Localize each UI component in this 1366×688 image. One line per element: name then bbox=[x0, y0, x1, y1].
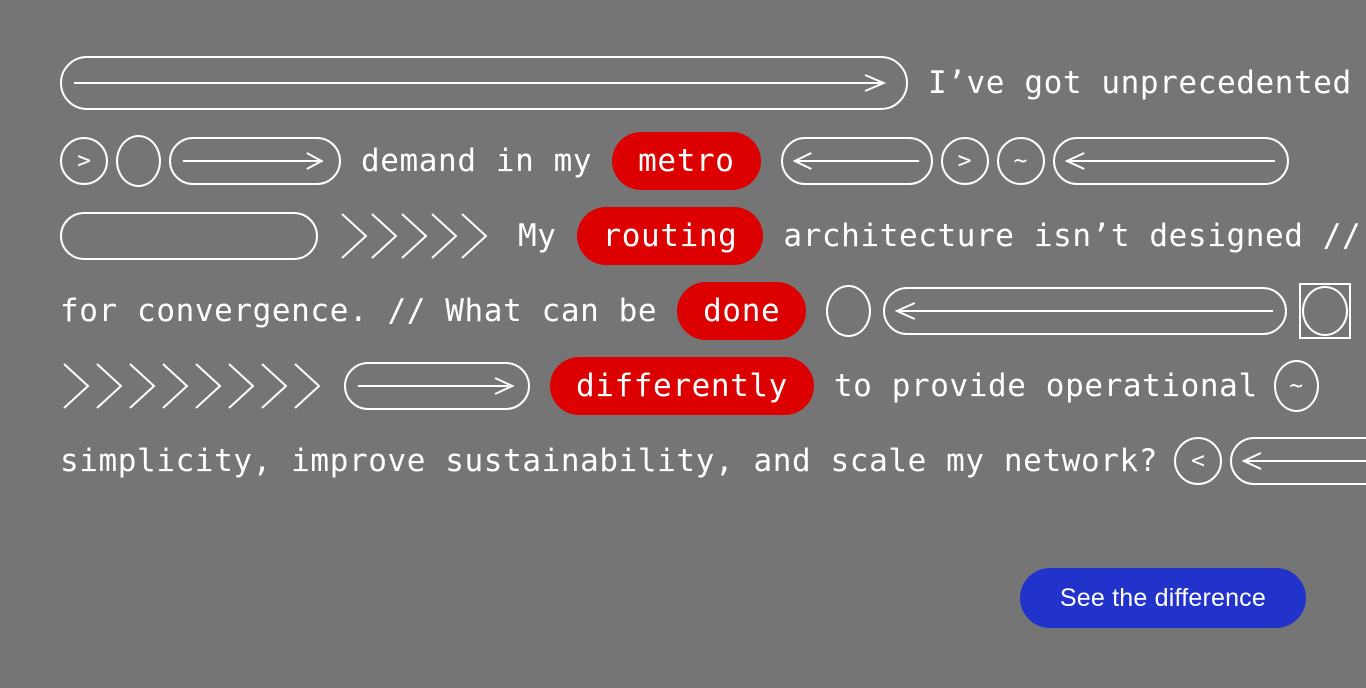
arrow-left-glyph bbox=[793, 151, 921, 171]
pill-right-arrow-long bbox=[60, 56, 908, 110]
headline-row-3: My routing architecture isn’t designed /… bbox=[60, 205, 1361, 267]
square-with-circle-icon bbox=[1299, 283, 1352, 339]
pill-right-arrow-icon bbox=[169, 137, 341, 185]
arrow-right-glyph bbox=[72, 73, 896, 93]
headline-line-3c: architecture isn’t designed // bbox=[783, 217, 1362, 254]
pill-right-arrow-icon-2 bbox=[344, 362, 530, 410]
headline-row-6: simplicity, improve sustainability, and … bbox=[60, 430, 1366, 492]
headline-line-5b: to provide operational bbox=[833, 367, 1258, 404]
arrow-left-glyph bbox=[1065, 151, 1277, 171]
headline-line-1: I’ve got unprecedented bbox=[928, 64, 1352, 101]
chevron-run-5-icon bbox=[338, 208, 498, 264]
arrow-left-glyph bbox=[895, 301, 1275, 321]
hero-canvas: I’ve got unprecedented > demand in my me… bbox=[0, 0, 1366, 688]
arrow-right-glyph bbox=[356, 376, 518, 396]
chevron-right-glyph: > bbox=[957, 147, 972, 174]
arrow-right-glyph bbox=[181, 151, 329, 171]
headline-row-2: > demand in my metro > ~ bbox=[60, 130, 1289, 192]
highlight-routing: routing bbox=[576, 207, 764, 265]
headline-row-4: for convergence. // What can be done bbox=[60, 280, 1352, 342]
arrow-left-glyph bbox=[1242, 451, 1366, 471]
pill-left-arrow-icon bbox=[780, 137, 933, 185]
chevron-left-glyph: < bbox=[1191, 447, 1205, 474]
headline-line-2a: demand in my bbox=[361, 142, 593, 179]
highlight-metro: metro bbox=[612, 132, 761, 190]
circle-tilde-icon: ~ bbox=[996, 137, 1045, 185]
ellipse-tilde-icon: ~ bbox=[1273, 360, 1319, 412]
pill-left-arrow-long-icon-2 bbox=[883, 287, 1288, 335]
see-the-difference-button[interactable]: See the difference bbox=[1019, 568, 1306, 628]
circle-chevron-right-icon: > bbox=[60, 137, 108, 185]
headline-line-6: simplicity, improve sustainability, and … bbox=[60, 442, 1159, 479]
ellipse-empty-icon bbox=[116, 135, 161, 187]
pill-empty-icon bbox=[60, 212, 318, 260]
pill-left-arrow-long-icon bbox=[1052, 137, 1289, 185]
highlight-differently: differently bbox=[550, 357, 814, 415]
tilde-glyph: ~ bbox=[1013, 147, 1028, 174]
ellipse-empty-icon-2 bbox=[826, 285, 872, 337]
pill-left-arrow-icon-2 bbox=[1230, 437, 1366, 485]
tilde-glyph: ~ bbox=[1289, 372, 1304, 399]
headline-row-1: I’ve got unprecedented bbox=[60, 52, 1352, 114]
headline-line-3a: My bbox=[518, 217, 557, 254]
highlight-done: done bbox=[677, 282, 807, 340]
circle-chevron-right-icon-2: > bbox=[940, 137, 989, 185]
chevron-right-glyph: > bbox=[77, 147, 91, 174]
chevron-run-8-icon bbox=[60, 358, 324, 414]
headline-row-5: differently to provide operational ~ bbox=[60, 355, 1319, 417]
circle-chevron-left-icon: < bbox=[1174, 437, 1223, 485]
headline-line-4a: for convergence. // What can be bbox=[60, 292, 658, 329]
